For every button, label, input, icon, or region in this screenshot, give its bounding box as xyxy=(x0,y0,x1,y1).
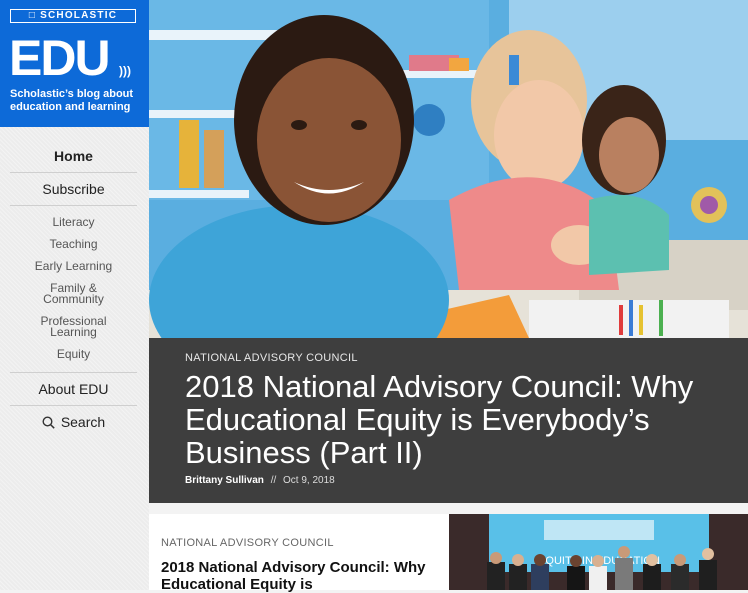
nav-home[interactable]: Home xyxy=(10,140,137,173)
nav-category-family-community[interactable]: Family & Community xyxy=(39,282,109,305)
post-category[interactable]: NATIONAL ADVISORY COUNCIL xyxy=(161,537,334,549)
featured-image[interactable] xyxy=(149,0,748,338)
post-title[interactable]: 2018 National Advisory Council: Why Educ… xyxy=(161,559,441,593)
book-icon: □ xyxy=(28,10,37,21)
nav-category-teaching[interactable]: Teaching xyxy=(10,238,137,250)
nav-category-literacy[interactable]: Literacy xyxy=(10,216,137,228)
featured-meta: Brittany Sullivan // Oct 9, 2018 xyxy=(185,475,335,486)
nav-category-professional-learning[interactable]: Professional Learning xyxy=(34,315,114,338)
edu-wordmark: EDU xyxy=(9,30,111,86)
search-label: Search xyxy=(60,414,106,430)
featured-date: Oct 9, 2018 xyxy=(283,475,335,486)
sidebar: □ SCHOLASTIC EDU ))) Scholastic’s blog a… xyxy=(0,0,149,590)
featured-post: NATIONAL ADVISORY COUNCIL 2018 National … xyxy=(149,338,748,503)
sidebar-nav: Home Subscribe Literacy Teaching Early L… xyxy=(10,140,137,438)
meta-separator: // xyxy=(270,475,277,486)
featured-title[interactable]: 2018 National Advisory Council: Why Educ… xyxy=(185,370,725,469)
search-icon xyxy=(42,415,55,429)
featured-author[interactable]: Brittany Sullivan xyxy=(185,475,264,486)
nav-category-early-learning[interactable]: Early Learning xyxy=(10,260,137,272)
brand-tagline: Scholastic’s blog about education and le… xyxy=(10,88,134,113)
sound-wave-icon: ))) xyxy=(119,64,131,78)
nav-subscribe[interactable]: Subscribe xyxy=(10,173,137,206)
nav-category-equity[interactable]: Equity xyxy=(10,348,137,360)
search-button[interactable]: Search xyxy=(10,406,137,438)
scholastic-logo: □ SCHOLASTIC xyxy=(10,9,136,23)
post-thumbnail[interactable]: EQUITY IN EDUCATION xyxy=(449,514,748,590)
edu-logo[interactable]: □ SCHOLASTIC EDU ))) Scholastic’s blog a… xyxy=(0,0,149,127)
featured-category[interactable]: NATIONAL ADVISORY COUNCIL xyxy=(185,352,358,364)
nav-about[interactable]: About EDU xyxy=(10,373,137,406)
post-card[interactable]: NATIONAL ADVISORY COUNCIL 2018 National … xyxy=(149,514,449,593)
category-list: Literacy Teaching Early Learning Family … xyxy=(10,206,137,373)
